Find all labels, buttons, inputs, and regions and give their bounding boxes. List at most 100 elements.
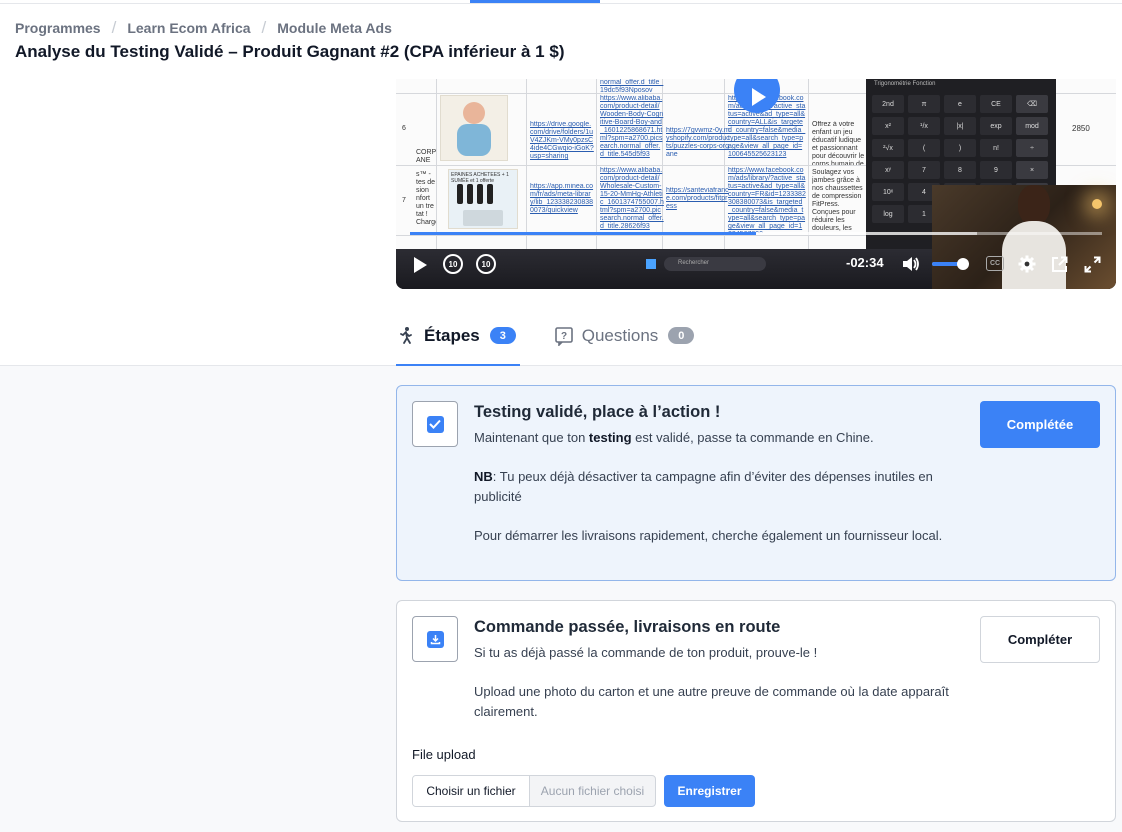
sheet-price: 2850: [1072, 125, 1090, 133]
sheet-link: https://app.minea.com/fr/ads/meta-librar…: [530, 183, 594, 214]
no-file-chosen-text: Aucun fichier choisi: [540, 784, 645, 798]
sheet-cell-text: s™ - tes de sion nfort un tre tat ! Char…: [416, 171, 436, 226]
calculator-key: 8: [944, 161, 976, 179]
calculator-key: π: [908, 95, 940, 113]
calculator-menu-function: Fonction: [912, 81, 936, 87]
volume-knob[interactable]: [956, 258, 969, 270]
question-bubble-icon: ?: [554, 327, 573, 346]
settings-gear-icon[interactable]: [1017, 254, 1037, 274]
sheet-row-index: 6: [402, 125, 406, 132]
sheet-link: https://www.facebook.com/ads/library/?ac…: [728, 167, 806, 233]
captions-icon[interactable]: CC: [986, 256, 1004, 271]
complete-button[interactable]: Compléter: [980, 616, 1100, 663]
sheet-link: normal_offer.d_title_19dc5f93Nposov: [600, 79, 664, 93]
video-progress-bar[interactable]: [410, 232, 1102, 235]
sheet-link: https://www.alibaba.com/product-detail/W…: [600, 95, 664, 158]
volume-slider[interactable]: [932, 258, 969, 270]
calculator-key: log: [872, 205, 904, 223]
play-icon[interactable]: [410, 255, 430, 275]
product-image-body-puzzle: [440, 95, 508, 161]
save-button[interactable]: Enregistrer: [664, 775, 755, 807]
step-note: NB: Tu peux déjà désactiver ta campagne …: [474, 469, 933, 504]
step-card-completed: Testing validé, place à l’action ! Maint…: [396, 385, 1116, 581]
page-header: Programmes / Learn Ecom Africa / Module …: [0, 4, 1122, 79]
video-player[interactable]: 6 7 CORPS ANE s™ - tes de sion nfort un …: [396, 79, 1116, 289]
calculator-key: 9: [980, 161, 1012, 179]
lesson-tabs: Étapes 3 ? Questions 0: [396, 315, 732, 366]
breadcrumb-module-meta-ads[interactable]: Module Meta Ads: [277, 20, 392, 36]
calculator-key: e: [944, 95, 976, 113]
calculator-key: ¹/x: [908, 117, 940, 135]
svg-text:?: ?: [561, 331, 567, 342]
volume-icon[interactable]: [901, 254, 921, 274]
calculator-key: x²: [872, 117, 904, 135]
completed-button[interactable]: Complétée: [980, 401, 1100, 448]
calculator-menu-trig: Trigonométrie: [874, 81, 911, 87]
fullscreen-icon[interactable]: [1082, 254, 1102, 274]
step-title: Testing validé, place à l’action !: [474, 403, 721, 421]
tab-etapes[interactable]: Étapes 3: [396, 315, 520, 366]
tab-questions[interactable]: ? Questions 0: [554, 315, 695, 366]
tab-etapes-label: Étapes: [424, 326, 480, 345]
video-time-remaining: -02:34: [846, 255, 884, 270]
calculator-key: ×: [1016, 161, 1048, 179]
calculator-key: CE: [980, 95, 1012, 113]
checkmark-icon: [426, 415, 444, 433]
calculator-menubar: Trigonométrie Fonction: [866, 79, 1056, 91]
step-card-pending: Commande passée, livraisons en route Si …: [396, 600, 1116, 822]
walking-icon: [400, 327, 412, 344]
video-controls: 10 10 -02:34 CC: [396, 249, 1116, 279]
breadcrumb-learn-ecom-africa[interactable]: Learn Ecom Africa: [127, 20, 250, 36]
choose-file-button[interactable]: Choisir un fichier: [413, 776, 530, 806]
lesson-upper-section: 6 7 CORPS ANE s™ - tes de sion nfort un …: [0, 79, 1122, 366]
video-progress-fill: [410, 232, 756, 235]
breadcrumb-programmes[interactable]: Programmes: [15, 20, 101, 36]
calculator-key: ⌫: [1016, 95, 1048, 113]
breadcrumb: Programmes / Learn Ecom Africa / Module …: [15, 18, 392, 38]
file-upload-label: File upload: [412, 747, 476, 762]
sheet-row-index: 7: [402, 197, 406, 204]
calculator-key: |x|: [944, 117, 976, 135]
step-paragraph: Upload une photo du carton et une autre …: [474, 684, 949, 719]
step-paragraph: Si tu as déjà passé la commande de ton p…: [474, 645, 818, 660]
lamp-light: [1092, 199, 1102, 209]
sheet-link: https://www.alibaba.com/product-detail/W…: [600, 167, 664, 230]
file-input[interactable]: Choisir un fichier Aucun fichier choisi: [412, 775, 656, 807]
sheet-description: Offrez à votre enfant un jeu éducatif lu…: [812, 121, 865, 165]
calculator-key: n!: [980, 139, 1012, 157]
sheet-link: https://drive.google.com/drive/folders/1…: [530, 121, 594, 160]
product-image-socks: EPAINES ACHETÉES + 1 SUMÉE et 1 offerte: [448, 169, 518, 229]
page-title: Analyse du Testing Validé – Produit Gagn…: [15, 42, 565, 61]
presenter-head: [1018, 185, 1050, 225]
calculator-key: mod: [1016, 117, 1048, 135]
tab-etapes-count-badge: 3: [489, 327, 516, 344]
calculator-key: ): [944, 139, 976, 157]
skip-forward-10-icon[interactable]: 10: [476, 254, 496, 274]
sheet-description: Soulagez vos jambes grâce à nos chausset…: [812, 169, 863, 232]
sheet-link: https://7gvwmz-0y.myshopify.com/products…: [666, 127, 730, 157]
top-strip-accent: [470, 0, 600, 3]
calculator-key: xʸ: [872, 161, 904, 179]
skip-back-10-icon[interactable]: 10: [443, 254, 463, 274]
step-title: Commande passée, livraisons en route: [474, 618, 781, 636]
calculator-key: (: [908, 139, 940, 157]
tab-questions-label: Questions: [581, 326, 659, 345]
sheet-cell-text: CORPS ANE: [416, 149, 436, 164]
step-checkbox[interactable]: [412, 401, 458, 447]
download-tray-icon: [426, 630, 444, 648]
calculator-key: 10ˣ: [872, 183, 904, 201]
popout-icon[interactable]: [1049, 254, 1069, 274]
sheet-link: https://santeviafrance.com/products/fitp…: [666, 187, 729, 210]
calculator-key: ²√x: [872, 139, 904, 157]
breadcrumb-separator: /: [111, 18, 117, 37]
calculator-key: 7: [908, 161, 940, 179]
tab-questions-count-badge: 0: [668, 327, 695, 344]
calculator-key: ÷: [1016, 139, 1048, 157]
breadcrumb-separator: /: [261, 18, 267, 37]
step-content: Testing validé, place à l’action ! Maint…: [474, 403, 954, 546]
step-upload-box[interactable]: [412, 616, 458, 662]
step-paragraph: Maintenant que ton testing est validé, p…: [474, 430, 874, 445]
step-paragraph: Pour démarrer les livraisons rapidement,…: [474, 528, 943, 543]
step-content: Commande passée, livraisons en route Si …: [474, 618, 954, 722]
calculator-key: exp: [980, 117, 1012, 135]
